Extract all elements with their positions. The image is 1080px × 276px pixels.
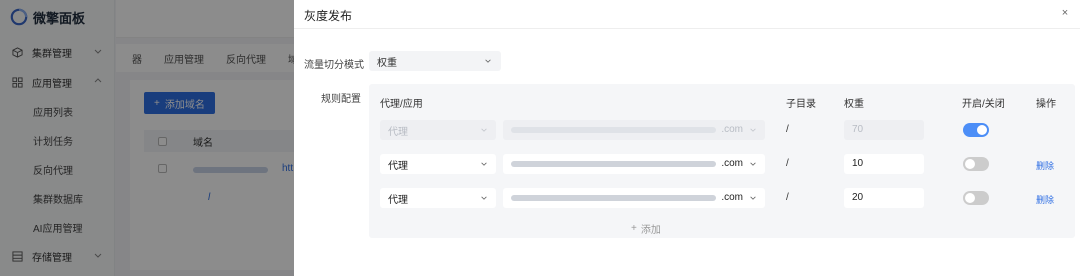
chevron-down-icon (750, 196, 756, 200)
row3-domain-suffix: .com (721, 192, 743, 203)
row1-weight-input[interactable]: 70 (844, 120, 924, 140)
column-action: 操作 (1036, 99, 1056, 110)
toggle-knob (965, 159, 975, 169)
add-rule-label: 添加 (640, 225, 661, 236)
row3-type-select[interactable]: 代理 (380, 188, 496, 208)
plus-icon: + (631, 223, 637, 234)
row3-delete-link[interactable]: 删除 (1036, 193, 1054, 206)
mode-select-value: 权重 (377, 57, 397, 69)
drawer-title: 灰度发布 (304, 9, 353, 23)
row1-type-value: 代理 (388, 126, 408, 138)
mode-select[interactable]: 权重 (369, 51, 501, 71)
row2-weight-input[interactable]: 10 (844, 154, 924, 174)
column-proxy-app: 代理/应用 (380, 99, 423, 110)
row1-type-select[interactable]: 代理 (380, 120, 496, 140)
add-rule-button[interactable]: + 添加 (631, 221, 661, 236)
rules-table: 代理/应用 子目录 权重 开启/关闭 操作 代理 .com / 70 代理 .c… (369, 84, 1075, 238)
gray-release-drawer: 灰度发布 × 流量切分模式 权重 规则配置 代理/应用 子目录 权重 开启/关闭… (294, 0, 1080, 276)
row2-domain-select[interactable]: .com (503, 154, 765, 174)
chevron-down-icon (750, 128, 756, 132)
rules-label: 规则配置 (321, 94, 361, 105)
chevron-down-icon (481, 128, 487, 132)
toggle-knob (965, 193, 975, 203)
row1-enable-toggle[interactable] (963, 123, 989, 137)
row3-domain-select[interactable]: .com (503, 188, 765, 208)
column-weight: 权重 (844, 99, 864, 110)
close-icon[interactable]: × (1058, 6, 1072, 20)
row2-delete-link[interactable]: 删除 (1036, 159, 1054, 172)
chevron-down-icon (481, 196, 487, 200)
row2-enable-toggle[interactable] (963, 157, 989, 171)
row2-type-select[interactable]: 代理 (380, 154, 496, 174)
column-switch: 开启/关闭 (962, 99, 1005, 110)
row3-subdir: / (786, 192, 789, 203)
row1-domain-suffix: .com (721, 124, 743, 135)
row2-domain-suffix: .com (721, 158, 743, 169)
toggle-knob (977, 125, 987, 135)
row2-domain-redacted (511, 161, 716, 167)
chevron-down-icon (750, 162, 756, 166)
row1-domain-redacted (511, 127, 716, 133)
row3-weight-input[interactable]: 20 (844, 188, 924, 208)
chevron-down-icon (481, 162, 487, 166)
row2-type-value: 代理 (388, 160, 408, 172)
row3-enable-toggle[interactable] (963, 191, 989, 205)
row1-domain-select[interactable]: .com (503, 120, 765, 140)
modal-overlay[interactable] (0, 0, 294, 276)
row3-domain-redacted (511, 195, 716, 201)
chevron-down-icon (485, 59, 491, 63)
row3-type-value: 代理 (388, 194, 408, 206)
row2-subdir: / (786, 158, 789, 169)
column-subdir: 子目录 (786, 99, 816, 110)
drawer-divider (294, 28, 1080, 29)
row1-subdir: / (786, 124, 789, 135)
mode-label: 流量切分模式 (304, 60, 364, 71)
